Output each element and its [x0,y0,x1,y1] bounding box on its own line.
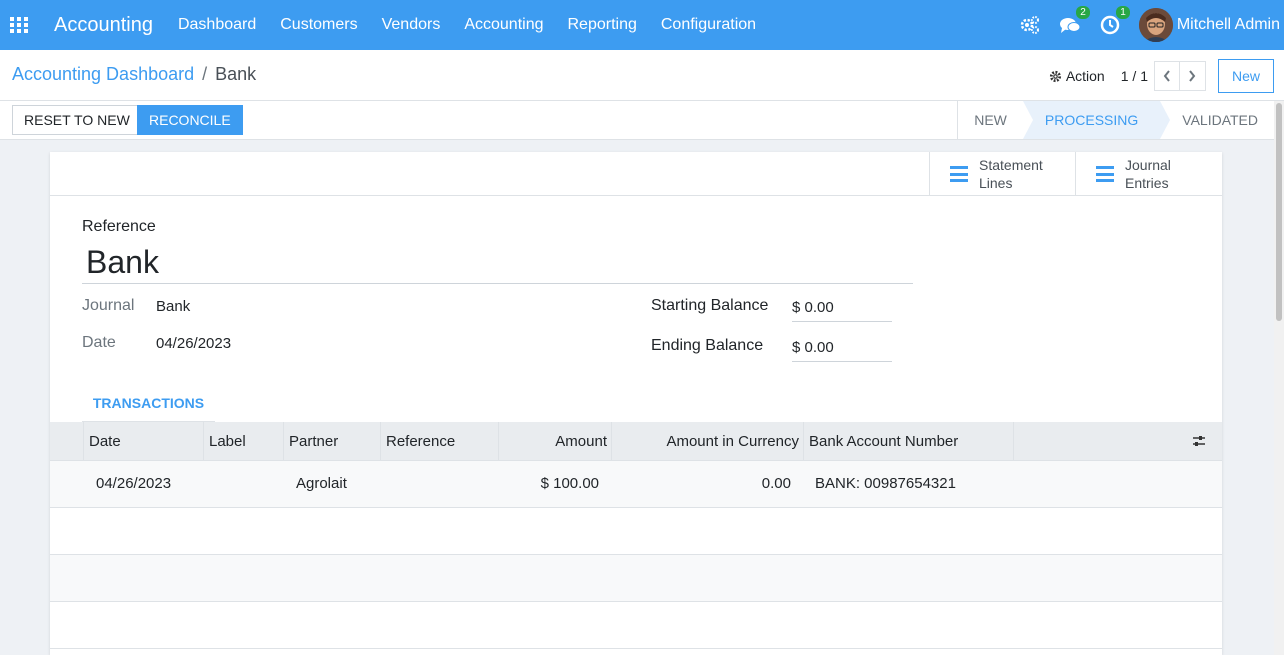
column-label[interactable]: Label [203,422,284,461]
date-label: Date [82,334,116,351]
transactions-table: Date Label Partner Reference Amount Amou… [50,422,1222,649]
nav-customers[interactable]: Customers [280,16,357,34]
starting-balance-label: Starting Balance [651,297,769,314]
control-panel: Accounting Dashboard / Bank Action 1 / 1 N… [0,50,1284,101]
breadcrumb-current: Bank [215,64,257,84]
optional-columns-toggle-icon[interactable] [1192,434,1206,448]
chevron-left-icon [1163,70,1170,82]
statement-lines-label: Statement Lines [979,157,1043,191]
column-amount-in-currency[interactable]: Amount in Currency [611,422,804,461]
tab-transactions[interactable]: TRANSACTIONS [82,388,215,422]
reconcile-button[interactable]: RECONCILE [137,105,243,135]
messages-icon[interactable]: 2 [1059,6,1090,36]
table-row[interactable]: 04/26/2023 Agrolait $ 100.00 0.00 BANK: … [50,461,1222,508]
column-reference[interactable]: Reference [380,422,499,461]
column-amount[interactable]: Amount [498,422,612,461]
smart-button-box: Statement Lines Journal Entries [50,152,1222,196]
column-partner[interactable]: Partner [283,422,381,461]
stage-processing[interactable]: PROCESSING [1022,101,1171,139]
journal-entries-label: Journal Entries [1125,157,1171,191]
reference-field[interactable]: Bank [82,240,913,284]
pager-value[interactable]: 1 / 1 [1121,68,1148,84]
list-icon [950,166,968,182]
reset-to-new-button[interactable]: RESET TO NEW [12,105,142,135]
form-sheet: Statement Lines Journal Entries Referenc… [50,152,1222,655]
column-date[interactable]: Date [83,422,204,461]
breadcrumb-parent[interactable]: Accounting Dashboard [12,64,194,84]
nav-vendors[interactable]: Vendors [382,16,441,34]
column-empty [1013,422,1222,461]
list-icon [1096,166,1114,182]
user-name[interactable]: Mitchell Admin [1177,16,1280,34]
debug-gears-icon[interactable] [1019,14,1041,36]
scrollbar-thumb[interactable] [1276,103,1282,321]
reference-label: Reference [82,218,156,235]
breadcrumb-separator: / [202,64,208,84]
row-date[interactable]: 04/26/2023 [96,461,171,507]
action-menu-button[interactable]: Action [1049,68,1105,84]
stage-new[interactable]: NEW [958,101,1023,139]
page-scrollbar[interactable] [1274,101,1284,655]
gear-icon [1049,70,1061,82]
statement-lines-button[interactable]: Statement Lines [929,152,1076,196]
chevron-right-icon [1189,70,1196,82]
nav-reporting[interactable]: Reporting [568,16,637,34]
pager-previous-button[interactable] [1153,61,1180,91]
empty-row [50,508,1222,555]
ending-balance-field[interactable]: $ 0.00 [792,334,892,362]
messages-badge: 2 [1076,6,1090,19]
app-brand[interactable]: Accounting [54,14,153,37]
new-button[interactable]: New [1217,59,1274,93]
ending-balance-label: Ending Balance [651,337,764,354]
user-avatar[interactable] [1138,8,1173,42]
row-amount[interactable]: $ 100.00 [498,461,599,507]
status-stages: NEW PROCESSING VALIDATED [957,101,1274,139]
row-partner[interactable]: Agrolait [296,461,347,507]
column-bank-account-number[interactable]: Bank Account Number [803,422,1014,461]
journal-field[interactable]: Bank [156,298,190,315]
date-field[interactable]: 04/26/2023 [156,335,231,352]
empty-row [50,555,1222,602]
nav-configuration[interactable]: Configuration [661,16,756,34]
breadcrumb: Accounting Dashboard / Bank [12,64,256,85]
starting-balance-field[interactable]: $ 0.00 [792,294,892,322]
activities-badge: 1 [1116,6,1130,19]
action-label: Action [1065,68,1105,84]
row-bank-account[interactable]: BANK: 00987654321 [815,461,956,507]
form-statusbar: RESET TO NEW RECONCILE NEW PROCESSING VA… [0,101,1274,140]
table-header: Date Label Partner Reference Amount Amou… [50,422,1222,461]
activities-clock-icon[interactable]: 1 [1099,6,1130,36]
nav-dashboard[interactable]: Dashboard [178,16,256,34]
stage-validated[interactable]: VALIDATED [1160,101,1274,139]
journal-label: Journal [82,297,135,314]
nav-accounting[interactable]: Accounting [464,16,543,34]
apps-menu-icon[interactable] [10,17,28,33]
pager-next-button[interactable] [1179,61,1206,91]
empty-row [50,602,1222,649]
top-navbar: Accounting Dashboard Customers Vendors A… [0,0,1284,50]
row-amount-in-currency[interactable]: 0.00 [611,461,791,507]
journal-entries-button[interactable]: Journal Entries [1075,152,1222,196]
